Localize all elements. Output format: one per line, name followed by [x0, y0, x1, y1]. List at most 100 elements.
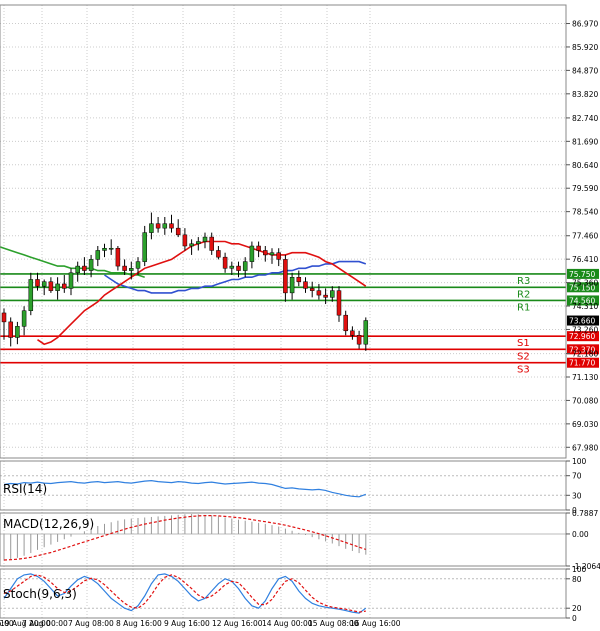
candle-down	[216, 250, 221, 258]
y-tick-label: 73.260	[572, 325, 598, 334]
candle-down	[256, 245, 261, 251]
candle-down	[276, 252, 281, 260]
candle-up	[142, 232, 147, 262]
y-tick-label: 85.920	[572, 43, 598, 52]
y-tick-label: 70.080	[572, 396, 598, 405]
x-tick-label: 12 Aug 16:00	[212, 619, 263, 628]
candle-up	[229, 265, 235, 269]
macd-label: MACD(12,26,9)	[3, 517, 94, 531]
candle-down	[263, 250, 268, 256]
candle-down	[323, 294, 328, 298]
y-tick-label: 78.540	[572, 208, 598, 217]
candle-down	[236, 265, 241, 271]
candle-up	[108, 247, 114, 250]
y-tick-label: 0	[572, 614, 577, 623]
level-label-r2: R2	[517, 289, 530, 300]
y-tick-label: 20	[572, 604, 582, 613]
chart-background	[0, 0, 600, 631]
candle-down	[316, 290, 322, 296]
candle-up	[55, 283, 60, 291]
candle-up	[269, 252, 275, 256]
candle-down	[35, 279, 40, 287]
level-label-s1: S1	[517, 338, 530, 349]
candle-down	[8, 321, 13, 338]
y-tick-label: 100	[572, 565, 587, 574]
y-tick-label: 0.7887	[572, 509, 598, 518]
candle-down	[222, 256, 228, 269]
level-price-label: 75.750	[569, 270, 595, 279]
candle-up	[149, 223, 154, 233]
y-tick-label: 84.870	[572, 66, 598, 75]
y-tick-label: 80	[572, 575, 582, 584]
y-tick-label: 100	[572, 457, 587, 466]
x-tick-label: 9 Aug 16:00	[164, 619, 210, 628]
candle-down	[209, 236, 214, 251]
last-price-label: 73.660	[569, 317, 595, 326]
x-tick-label: 8 Aug 16:00	[116, 619, 162, 628]
candle-up	[88, 259, 94, 271]
y-tick-label: 71.130	[572, 373, 598, 382]
level-label-s3: S3	[517, 365, 530, 376]
candle-up	[15, 326, 20, 338]
candle-down	[343, 314, 348, 332]
level-label-r1: R1	[517, 302, 530, 313]
candle-down	[122, 265, 127, 271]
candle-up	[289, 276, 295, 294]
y-tick-label: 75.360	[572, 279, 598, 288]
y-tick-label: 74.310	[572, 302, 598, 311]
stoch-label: Stoch(9,6,3)	[3, 587, 77, 601]
candle-up	[363, 320, 369, 345]
y-tick-label: 0.00	[572, 530, 589, 539]
x-tick-label: 7 Aug 08:00	[68, 619, 114, 628]
y-tick-label: 76.410	[572, 255, 598, 264]
y-tick-label: 69.030	[572, 420, 598, 429]
candle-up	[68, 272, 74, 289]
candle-down	[182, 234, 188, 247]
candle-down	[303, 281, 308, 289]
candle-up	[196, 241, 201, 245]
x-tick-label: 16 Aug 16:00	[350, 619, 401, 628]
candle-up	[41, 281, 47, 287]
price-chart: R375.750R275.150R174.560S172.960S272.370…	[0, 0, 600, 631]
candle-up	[189, 243, 194, 247]
candle-up	[242, 261, 248, 271]
y-tick-label: 30	[572, 491, 582, 500]
candle-down	[309, 288, 315, 291]
y-tick-label: 83.820	[572, 90, 598, 99]
candle-up	[102, 247, 107, 251]
candle-down	[82, 265, 87, 271]
rsi-label: RSI(14)	[3, 482, 47, 496]
candle-down	[1, 312, 7, 323]
candle-down	[115, 247, 121, 267]
candle-up	[249, 245, 255, 262]
candle-up	[75, 265, 80, 274]
candle-up	[135, 261, 141, 269]
candle-down	[48, 281, 54, 291]
candle-down	[169, 223, 174, 229]
candle-down	[296, 276, 302, 282]
x-tick-label: 14 Aug 00:00	[262, 619, 313, 628]
candle-down	[155, 223, 161, 229]
candle-up	[28, 279, 34, 311]
y-tick-label: 77.460	[572, 232, 598, 241]
candle-up	[202, 236, 208, 242]
level-price-label: 71.770	[569, 359, 595, 368]
candle-up	[129, 268, 134, 271]
y-tick-label: 70	[572, 472, 582, 481]
y-tick-label: 67.980	[572, 443, 598, 452]
candle-up	[162, 223, 168, 229]
candle-down	[356, 335, 362, 345]
candle-down	[350, 330, 355, 336]
candle-down	[283, 259, 288, 294]
y-tick-label: 79.590	[572, 184, 598, 193]
y-tick-label: 86.970	[572, 20, 598, 29]
level-label-s2: S2	[517, 351, 530, 362]
candle-up	[95, 250, 101, 260]
candle-down	[62, 283, 67, 289]
candle-up	[330, 290, 335, 298]
candle-down	[336, 290, 342, 316]
y-tick-label: 80.640	[572, 161, 598, 170]
candle-up	[21, 310, 27, 327]
x-tick-label: 19 Aug 20:00	[0, 619, 51, 628]
y-tick-label: 81.690	[572, 137, 598, 146]
